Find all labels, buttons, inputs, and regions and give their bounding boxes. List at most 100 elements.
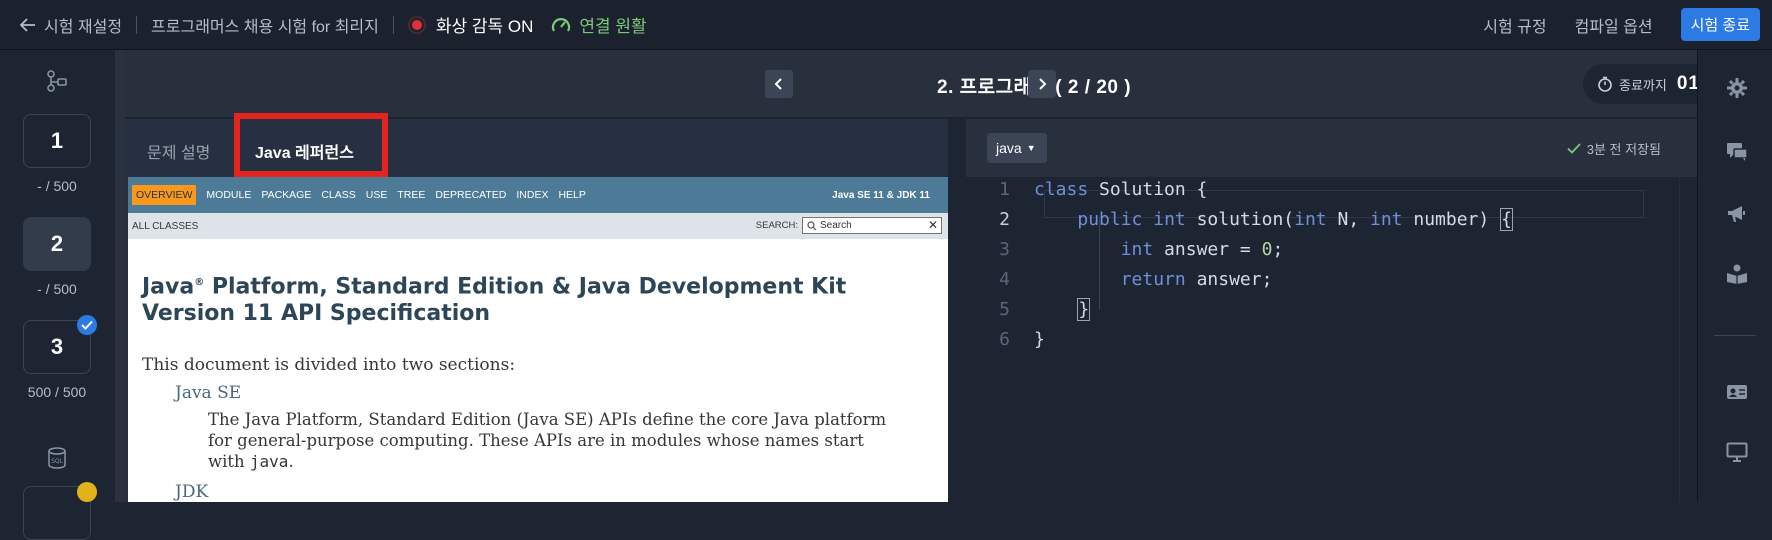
connection-status: 연결 원활 bbox=[551, 12, 647, 37]
editor-header: java ▼ 3분 전 저장됨 bbox=[966, 119, 1697, 177]
end-exam-button[interactable]: 시험 종료 bbox=[1680, 8, 1760, 41]
reset-exam-button[interactable]: 시험 재설정 bbox=[20, 13, 122, 37]
connection-label: 연결 원활 bbox=[579, 17, 647, 36]
clear-search-icon[interactable]: ✕ bbox=[928, 218, 938, 232]
javadoc-nav-use[interactable]: USE bbox=[366, 189, 388, 201]
question-3-score: 500 / 500 bbox=[27, 384, 87, 400]
problem-header: 2. 프로그래밍 ( 2 / 20 ) 종료까지 01:40:48 bbox=[125, 50, 1772, 118]
megaphone-icon[interactable] bbox=[1725, 202, 1749, 226]
flow-chart-icon[interactable] bbox=[46, 70, 68, 97]
save-status-label: 3분 전 저장됨 bbox=[1586, 142, 1661, 157]
code-line: 2 public int solution(int N, int number)… bbox=[966, 204, 1676, 234]
gear-icon[interactable] bbox=[1725, 76, 1749, 100]
javadoc-nav-tree[interactable]: TREE bbox=[397, 189, 425, 201]
sidebar-scrollbar[interactable] bbox=[115, 50, 125, 502]
search-icon bbox=[807, 220, 817, 230]
question-1-button[interactable]: 1 bbox=[23, 114, 91, 168]
line-number: 2 bbox=[999, 208, 1010, 230]
speedometer-icon bbox=[552, 17, 571, 32]
panel-splitter[interactable] bbox=[948, 119, 966, 502]
stopwatch-icon bbox=[1598, 76, 1612, 92]
javadoc-nav-package[interactable]: PACKAGE bbox=[261, 189, 311, 201]
timer-label: 종료까지 bbox=[1619, 77, 1667, 93]
desc-end: . bbox=[288, 452, 294, 472]
language-value: java bbox=[996, 140, 1022, 156]
book-icon[interactable] bbox=[1725, 262, 1749, 286]
code-text: class Solution { bbox=[1034, 178, 1208, 200]
code-text: return answer; bbox=[1120, 268, 1273, 290]
code-editor[interactable]: 1 class Solution { 2 public int solution… bbox=[966, 177, 1697, 502]
caret-down-icon: ▼ bbox=[1026, 143, 1036, 153]
prev-problem-button[interactable] bbox=[765, 70, 793, 98]
divider bbox=[1714, 335, 1756, 336]
code-text: public int solution(int N, int number) { bbox=[1077, 207, 1513, 231]
chevron-right-icon bbox=[1039, 78, 1047, 90]
next-problem-button[interactable] bbox=[1028, 70, 1056, 98]
arrow-left-icon bbox=[20, 17, 35, 32]
javadoc-heading: Java® Platform, Standard Edition & Java … bbox=[142, 269, 934, 327]
divider bbox=[392, 15, 394, 34]
check-badge-icon bbox=[77, 315, 97, 335]
question-2-score: - / 500 bbox=[37, 281, 77, 297]
panel-tabs: 문제 설명 Java 레퍼런스 bbox=[125, 113, 948, 177]
heading-line2: Version 11 API Specification bbox=[142, 301, 491, 327]
all-classes-link[interactable]: ALL CLASSES bbox=[132, 221, 198, 232]
java-se-description: The Java Platform, Standard Edition (Jav… bbox=[208, 409, 888, 472]
divider bbox=[136, 15, 138, 34]
chat-icon[interactable] bbox=[1725, 140, 1749, 164]
javadoc-nav-help[interactable]: HELP bbox=[558, 189, 585, 201]
search-placeholder: Search bbox=[820, 220, 852, 231]
javadoc-search: SEARCH: Search ✕ bbox=[756, 217, 942, 234]
line-number: 4 bbox=[999, 268, 1010, 290]
chevron-left-icon bbox=[774, 78, 782, 90]
javadoc-nav-class[interactable]: CLASS bbox=[321, 189, 355, 201]
code-text: } bbox=[1077, 297, 1091, 321]
problem-panel: 문제 설명 Java 레퍼런스 OVERVIEW MODULE PACKAGE … bbox=[125, 113, 948, 502]
javadoc-nav-deprecated[interactable]: DEPRECATED bbox=[435, 189, 506, 201]
monitor-icon[interactable] bbox=[1725, 440, 1749, 464]
desc-text: The Java Platform, Standard Edition (Jav… bbox=[208, 410, 887, 472]
code-line: 4 return answer; bbox=[966, 264, 1676, 294]
code-text: int answer = 0; bbox=[1120, 238, 1284, 260]
exam-title: 프로그래머스 채용 시험 for 최리지 bbox=[151, 18, 379, 36]
javadoc-nav-overview[interactable]: OVERVIEW bbox=[132, 185, 197, 205]
code-line: 5 } bbox=[966, 294, 1676, 324]
language-select[interactable]: java ▼ bbox=[987, 133, 1047, 163]
javadoc-nav: OVERVIEW MODULE PACKAGE CLASS USE TREE D… bbox=[128, 177, 948, 213]
line-number: 3 bbox=[999, 238, 1010, 260]
search-input[interactable]: Search ✕ bbox=[802, 217, 942, 234]
java-se-link[interactable]: Java SE bbox=[175, 383, 948, 403]
check-icon bbox=[1567, 143, 1581, 154]
code-line: 1 class Solution { bbox=[966, 174, 1676, 204]
exam-rules-link[interactable]: 시험 규정 bbox=[1483, 13, 1546, 37]
question-2-button[interactable]: 2 bbox=[23, 217, 91, 271]
java-reference-document: OVERVIEW MODULE PACKAGE CLASS USE TREE D… bbox=[128, 177, 948, 502]
javadoc-nav-module[interactable]: MODULE bbox=[206, 189, 251, 201]
record-icon bbox=[407, 15, 426, 34]
desc-code: java bbox=[249, 452, 289, 472]
code-line: 3 int answer = 0; bbox=[966, 234, 1676, 264]
heading-text-cont: Platform, Standard Edition & Java Develo… bbox=[204, 274, 847, 300]
javadoc-subnav: ALL CLASSES SEARCH: Search ✕ bbox=[128, 213, 948, 239]
editor-scrollbar[interactable] bbox=[1679, 177, 1697, 502]
javadoc-version: Java SE 11 & JDK 11 bbox=[832, 189, 930, 201]
save-status: 3분 전 저장됨 bbox=[1567, 139, 1661, 158]
javadoc-intro: This document is divided into two sectio… bbox=[142, 355, 516, 376]
tab-problem-description[interactable]: 문제 설명 bbox=[147, 139, 210, 163]
sql-icon[interactable]: SQL bbox=[45, 446, 69, 475]
compile-options-link[interactable]: 컴파일 옵션 bbox=[1575, 13, 1653, 37]
javadoc-nav-index[interactable]: INDEX bbox=[516, 189, 548, 201]
id-card-icon[interactable] bbox=[1725, 380, 1749, 404]
line-number: 5 bbox=[999, 298, 1010, 320]
top-bar-right: 시험 규정 컴파일 옵션 시험 종료 bbox=[1483, 8, 1772, 41]
flag-badge-icon bbox=[77, 482, 97, 502]
top-bar: 시험 재설정 프로그래머스 채용 시험 for 최리지 화상 감독 ON 연결 … bbox=[0, 0, 1772, 50]
right-toolbar bbox=[1697, 50, 1772, 502]
line-number: 6 bbox=[999, 328, 1010, 350]
tab-highlight-box bbox=[234, 113, 388, 177]
registered-mark: ® bbox=[194, 277, 205, 288]
camera-status: 화상 감독 ON bbox=[435, 17, 534, 36]
line-number: 1 bbox=[999, 178, 1010, 200]
jdk-link[interactable]: JDK bbox=[175, 482, 948, 502]
top-bar-left: 시험 재설정 프로그래머스 채용 시험 for 최리지 화상 감독 ON 연결 … bbox=[0, 12, 647, 37]
